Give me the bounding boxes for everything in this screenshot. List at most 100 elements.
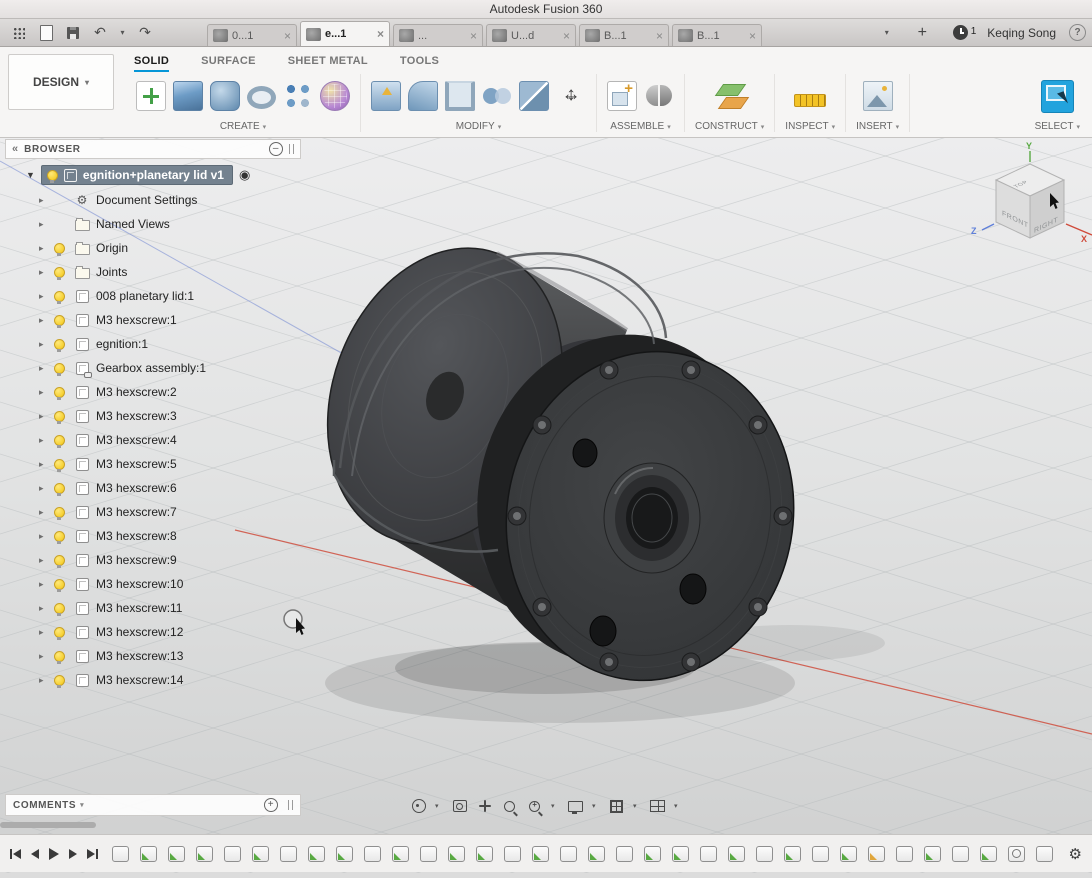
disclosure-icon[interactable]: ▸: [39, 219, 54, 230]
close-icon[interactable]: ×: [656, 31, 663, 41]
document-tab[interactable]: U...d×: [486, 24, 576, 46]
disclosure-icon[interactable]: ▸: [39, 603, 54, 614]
timeline-item-feature[interactable]: [868, 846, 885, 862]
browser-item-label[interactable]: Joints: [96, 265, 127, 279]
timeline-item-sketch[interactable]: [784, 846, 801, 862]
horizontal-scrollbar-thumb[interactable]: [0, 822, 96, 828]
disclosure-icon[interactable]: ▸: [39, 243, 54, 254]
browser-item[interactable]: ▸ M3 hexscrew:9: [5, 548, 305, 572]
visibility-bulb-icon[interactable]: [54, 507, 65, 518]
disclosure-icon[interactable]: ▸: [39, 435, 54, 446]
browser-item[interactable]: ▸M3 hexscrew:4: [5, 428, 305, 452]
disclosure-icon[interactable]: ▸: [39, 363, 54, 374]
panel-minimize-icon[interactable]: –: [269, 142, 283, 156]
root-badge[interactable]: egnition+planetary lid v1: [41, 165, 233, 185]
group-label[interactable]: INSPECT▾: [785, 121, 835, 132]
browser-item[interactable]: ▸Origin: [5, 236, 305, 260]
browser-item[interactable]: ▸M3 hexscrew:12: [5, 620, 305, 644]
visibility-bulb-icon[interactable]: [54, 675, 65, 686]
visibility-bulb-icon[interactable]: [54, 531, 65, 542]
save-icon[interactable]: [64, 24, 82, 42]
visibility-bulb-icon[interactable]: [54, 579, 65, 590]
timeline-item-component[interactable]: [112, 846, 129, 862]
disclosure-icon[interactable]: ▸: [39, 483, 54, 494]
disclosure-icon[interactable]: ▸: [39, 195, 54, 206]
browser-item-label[interactable]: M3 hexscrew:9: [96, 553, 177, 567]
browser-item-label[interactable]: Named Views: [96, 217, 170, 231]
visibility-bulb-icon[interactable]: [54, 555, 65, 566]
viewports-icon[interactable]: [649, 798, 666, 815]
extrude-icon[interactable]: [173, 81, 203, 111]
group-label[interactable]: CONSTRUCT▾: [695, 121, 764, 132]
browser-item-label[interactable]: M3 hexscrew:13: [96, 649, 183, 663]
grid-settings-icon[interactable]: [608, 798, 625, 815]
visibility-bulb-icon[interactable]: [54, 603, 65, 614]
browser-item[interactable]: ▸ M3 hexscrew:3: [5, 404, 305, 428]
close-icon[interactable]: ×: [563, 31, 570, 41]
browser-item-label[interactable]: M3 hexscrew:12: [96, 625, 183, 639]
display-settings-icon[interactable]: [567, 798, 584, 815]
browser-item[interactable]: ▸M3 hexscrew:13: [5, 644, 305, 668]
visibility-bulb-icon[interactable]: [54, 315, 65, 326]
zoom-window-icon[interactable]: [501, 798, 518, 815]
browser-item-label[interactable]: M3 hexscrew:11: [96, 601, 182, 615]
fillet-icon[interactable]: [408, 81, 438, 111]
browser-item-label[interactable]: egnition:1: [96, 337, 148, 351]
browser-item-label[interactable]: M3 hexscrew:2: [96, 385, 177, 399]
ribbon-tab-sheet-metal[interactable]: SHEET METAL: [288, 55, 368, 72]
timeline-item-sketch[interactable]: [168, 846, 185, 862]
document-tab[interactable]: B...1×: [579, 24, 669, 46]
timeline-item-sketch[interactable]: [252, 846, 269, 862]
ribbon-tab-solid[interactable]: SOLID: [134, 55, 169, 72]
browser-item[interactable]: ▸Gearbox assembly:1: [5, 356, 305, 380]
user-name[interactable]: Keqing Song: [987, 26, 1056, 40]
timeline-item-component[interactable]: [1036, 846, 1053, 862]
visibility-bulb-icon[interactable]: [54, 387, 65, 398]
visibility-bulb-icon[interactable]: [54, 291, 65, 302]
timeline-item-component[interactable]: [756, 846, 773, 862]
browser-item-label[interactable]: M3 hexscrew:8: [96, 529, 177, 543]
group-label[interactable]: CREATE▾: [220, 121, 266, 132]
close-icon[interactable]: ×: [749, 31, 756, 41]
help-button[interactable]: ?: [1069, 24, 1086, 41]
skip-end-button[interactable]: [87, 849, 98, 859]
timeline-item-sketch[interactable]: [532, 846, 549, 862]
timeline-item-sketch[interactable]: [980, 846, 997, 862]
joint-icon[interactable]: [644, 81, 674, 111]
timeline-item-sketch[interactable]: [448, 846, 465, 862]
browser-item[interactable]: ▸⚙Document Settings: [5, 188, 305, 212]
revolve-icon[interactable]: [210, 81, 240, 111]
disclosure-icon[interactable]: ▸: [39, 579, 54, 590]
timeline-item-sketch[interactable]: [392, 846, 409, 862]
orbit-caret-icon[interactable]: ▾: [435, 802, 443, 810]
zoom-icon[interactable]: [526, 798, 543, 815]
measure-icon[interactable]: [794, 94, 826, 107]
comments-grip[interactable]: [288, 800, 293, 810]
document-tab[interactable]: ...×: [393, 24, 483, 46]
visibility-bulb-icon[interactable]: [54, 651, 65, 662]
browser-item-label[interactable]: M3 hexscrew:7: [96, 505, 177, 519]
visibility-bulb-icon[interactable]: [54, 459, 65, 470]
browser-item-label[interactable]: M3 hexscrew:3: [96, 409, 177, 423]
split-icon[interactable]: [519, 81, 549, 111]
coil-icon[interactable]: [320, 81, 350, 111]
browser-header[interactable]: « BROWSER –: [5, 139, 301, 159]
pan-icon[interactable]: [476, 798, 493, 815]
disclosure-icon[interactable]: ▸: [39, 411, 54, 422]
group-label[interactable]: ASSEMBLE▾: [610, 121, 670, 132]
timeline-item-sketch[interactable]: [140, 846, 157, 862]
disclosure-icon[interactable]: ▸: [39, 555, 54, 566]
workspace-switcher[interactable]: DESIGN ▾: [8, 54, 114, 110]
browser-root-item[interactable]: ▼ egnition+planetary lid v1 ◉: [5, 162, 305, 188]
close-icon[interactable]: ×: [377, 29, 384, 39]
browser-item-label[interactable]: M3 hexscrew:5: [96, 457, 177, 471]
group-label[interactable]: INSERT▾: [856, 121, 899, 132]
display-caret-icon[interactable]: ▾: [592, 802, 600, 810]
close-icon[interactable]: ×: [470, 31, 477, 41]
timeline-item-sketch[interactable]: [588, 846, 605, 862]
document-tab[interactable]: B...1×: [672, 24, 762, 46]
play-button[interactable]: [49, 848, 59, 860]
disclosure-icon[interactable]: ▸: [39, 315, 54, 326]
disclosure-icon[interactable]: ▸: [39, 267, 54, 278]
offset-plane-icon[interactable]: [715, 81, 745, 111]
